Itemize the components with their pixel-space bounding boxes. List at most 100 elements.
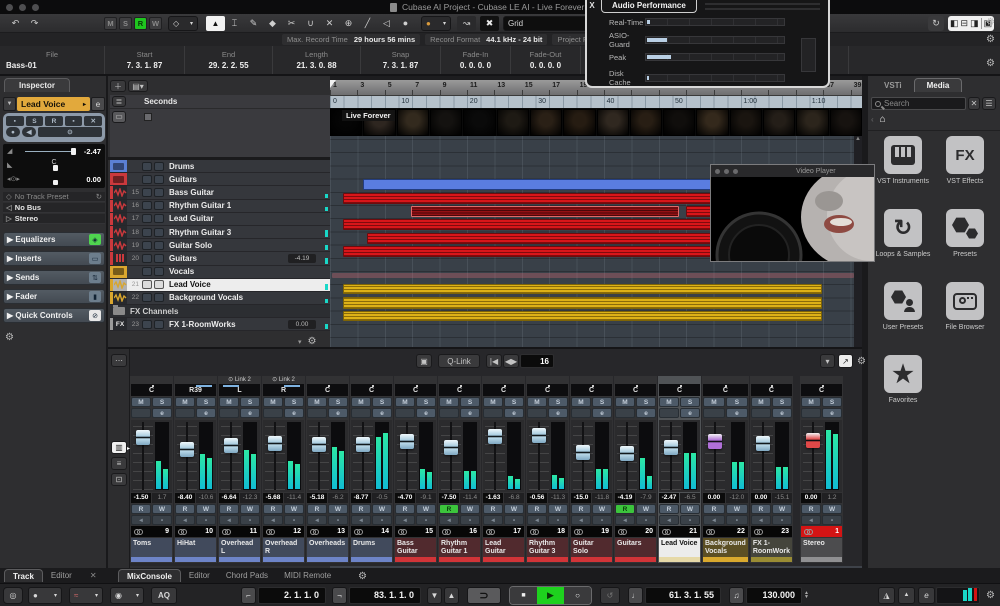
channel-monitor-button[interactable]: ◂ <box>703 515 725 525</box>
fader-handle[interactable] <box>312 437 326 452</box>
channel-record-button[interactable]: • <box>416 515 436 525</box>
mixer-channel-rhythm-guitar-1[interactable]: CMSe-7.50-11.4RW◂•16Rhythm Guitar 1 <box>438 376 481 563</box>
channel-edit-button[interactable]: e <box>680 408 700 418</box>
channel-record-button[interactable]: • <box>240 515 260 525</box>
mixer-dropdown-icon[interactable]: ▾ <box>820 354 835 368</box>
toolbar-setup-gear-icon[interactable]: ⚙ <box>986 17 995 28</box>
tool-play-icon[interactable]: ◁ <box>377 16 396 31</box>
pan-control[interactable]: C <box>801 384 842 396</box>
tab-vsti[interactable]: VSTi <box>872 78 914 92</box>
channel-fader[interactable] <box>175 420 216 492</box>
tool-draw-icon[interactable]: ✎ <box>244 16 263 31</box>
channel-solo-button[interactable]: S <box>822 397 842 407</box>
search-input[interactable]: Search <box>871 97 966 110</box>
channel-volume-value[interactable]: -1.50 <box>131 493 151 503</box>
marker-track-icon[interactable]: ▭ <box>112 111 126 123</box>
media-tile-presets[interactable]: Presets <box>934 209 996 258</box>
clip-bg-vocals-part2[interactable] <box>343 311 822 321</box>
tempo-display[interactable]: 130.000 <box>746 587 802 604</box>
inserts-icon[interactable]: ▭ <box>89 253 101 264</box>
channel-write-button[interactable]: W <box>772 504 792 514</box>
channel-solo-button[interactable]: S <box>680 397 700 407</box>
retrospective-record-icon[interactable]: ↺ <box>600 587 620 604</box>
mixer-channel-overhead-l[interactable]: ⊙ Link 2LMSe-6.64-12.3RW◂•11Overhead L <box>218 376 261 563</box>
channel-name[interactable]: Rhythm Guitar 1 <box>439 538 480 562</box>
track-row-lead-voice[interactable]: 21Lead Voice <box>110 279 330 292</box>
track-row-fx-channels[interactable]: FX Channels <box>110 305 330 318</box>
channel-edit-button[interactable]: e <box>822 408 842 418</box>
fader-handle[interactable] <box>224 438 238 453</box>
channel-peak-value[interactable]: -6.5 <box>680 493 700 503</box>
channel-peak-value[interactable]: -11.8 <box>592 493 612 503</box>
channel-edit-button[interactable]: e <box>196 408 216 418</box>
channel-peak-value[interactable]: -12.3 <box>240 493 260 503</box>
pan-control[interactable]: C <box>571 384 612 396</box>
metronome-icon[interactable]: ◮ <box>878 587 895 604</box>
channel-listen-button[interactable] <box>351 408 371 418</box>
info-col-file[interactable]: FileBass-01 <box>0 46 105 74</box>
mixer-view-meters-icon[interactable]: ⊡ <box>111 473 127 486</box>
channel-name[interactable]: HiHat <box>175 538 216 562</box>
info-col-start[interactable]: Start7. 3. 1. 87 <box>105 46 185 74</box>
tab-midi-remote[interactable]: MIDI Remote <box>276 569 339 582</box>
midi-record-mode-dropdown[interactable]: ◉▾ <box>110 587 144 604</box>
channel-read-button[interactable]: R <box>175 504 195 514</box>
fader-handle[interactable] <box>806 433 820 448</box>
track-row-background-vocals[interactable]: 22Background Vocals <box>110 292 330 305</box>
pan-fine-handle[interactable] <box>53 180 58 185</box>
info-col-fadein[interactable]: Fade-In0. 0. 0. 0 <box>441 46 511 74</box>
track-mute-button[interactable] <box>142 320 152 329</box>
track-row-guitars[interactable]: 20Guitars-4.19 <box>110 252 330 265</box>
expand-tracks-icon[interactable]: ▾ <box>298 338 302 346</box>
channel-edit-button[interactable]: e <box>772 408 792 418</box>
channel-write-button[interactable]: W <box>504 504 524 514</box>
tool-range-selection-icon[interactable]: ⌶ <box>225 16 244 31</box>
info-col-snap[interactable]: Snap7. 3. 1. 87 <box>361 46 441 74</box>
track-solo-button[interactable] <box>154 214 164 223</box>
fader-handle[interactable] <box>708 434 722 449</box>
channel-record-button[interactable]: • <box>726 515 748 525</box>
channel-monitor-button[interactable]: ◂ <box>263 515 283 525</box>
collapse-track-icon[interactable]: ▼ <box>3 97 16 111</box>
left-locator-icon[interactable]: ⌐ <box>241 587 256 604</box>
autoscroll-icon[interactable]: ↝ <box>457 16 476 31</box>
track-row-drums[interactable]: Drums <box>110 160 330 173</box>
channel-read-button[interactable]: R <box>527 504 547 514</box>
pan-control[interactable]: C <box>703 384 748 396</box>
channel-monitor-button[interactable]: ◂ <box>571 515 591 525</box>
media-tile-file-browser[interactable]: File Browser <box>934 282 996 331</box>
channel-record-button[interactable]: • <box>460 515 480 525</box>
channel-write-button[interactable]: W <box>726 504 748 514</box>
channel-write-button[interactable]: W <box>460 504 480 514</box>
track-solo-button[interactable] <box>154 293 164 302</box>
tool-color-icon[interactable]: ● <box>396 16 415 31</box>
pan-slider-handle[interactable] <box>53 165 58 171</box>
channel-monitor-button[interactable]: ◂ <box>439 515 459 525</box>
channel-read-button[interactable]: R <box>351 504 371 514</box>
track-mute-button[interactable] <box>142 201 152 210</box>
results-list-icon[interactable]: ☰ <box>982 97 996 110</box>
channel-write-button[interactable]: W <box>822 504 842 514</box>
channel-record-button[interactable]: • <box>680 515 700 525</box>
channel-mute-button[interactable]: M <box>801 397 821 407</box>
track-solo-button[interactable] <box>154 201 164 210</box>
fader-icon[interactable]: ▮ <box>89 291 101 302</box>
minimize-window-icon[interactable] <box>19 4 26 11</box>
tab-editor[interactable]: Editor <box>43 569 80 582</box>
automation-r-button[interactable]: R <box>134 17 147 30</box>
channel-listen-button[interactable] <box>751 408 771 418</box>
video-player-titlebar[interactable]: Video Player <box>711 165 874 177</box>
track-row-lead-guitar[interactable]: 17Lead Guitar <box>110 213 330 226</box>
channel-monitor-button[interactable]: ◂ <box>351 515 371 525</box>
channel-edit-button[interactable]: e <box>460 408 480 418</box>
channel-listen-button[interactable] <box>395 408 415 418</box>
fader-handle[interactable] <box>180 442 194 457</box>
fader-handle[interactable] <box>136 430 150 445</box>
automation-w-button[interactable]: W <box>149 17 162 30</box>
channel-record-button[interactable]: • <box>822 515 842 525</box>
pan-control[interactable]: L <box>219 384 260 396</box>
channel-name[interactable]: Stereo <box>801 538 842 562</box>
vp-minimize-icon[interactable] <box>724 169 729 174</box>
track-mute-button[interactable] <box>142 293 152 302</box>
channel-mute-button[interactable]: M <box>263 397 283 407</box>
